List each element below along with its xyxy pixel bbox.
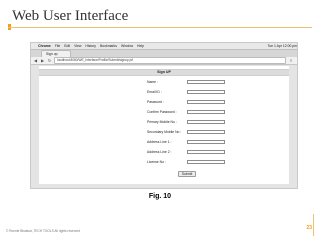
page-number: 23 [306,225,312,231]
menu-item-view[interactable]: View [74,44,81,48]
back-icon[interactable]: ◀ [33,58,38,63]
menu-item-help[interactable]: Help [137,44,144,48]
mac-menubar: Chrome File Edit View History Bookmarks … [31,43,297,50]
menu-item-edit[interactable]: Edit [64,44,70,48]
address-line-1-label: Address Line 1 : [147,140,172,144]
address-line-2-label: Address Line 2 : [147,150,172,154]
web-page: Sign UP Name : Email ID : Password : Con… [39,66,289,184]
form-row-secondary-mobile: Secondary Mobile No : [39,129,289,135]
primary-mobile-input[interactable] [187,119,225,124]
figure-caption: Fig. 10 [148,193,172,200]
footer-copyright: © Ronnie Bhaskar, TECH TOOLS All rights … [6,229,80,233]
address-line-1-input[interactable] [187,139,225,144]
license-input[interactable] [187,159,225,164]
form-row-license: License No : [39,159,289,165]
form-row-confirm-password: Confirm Password : [39,109,289,115]
browser-menu-icon[interactable]: ≡ [290,58,292,63]
confirm-password-input[interactable] [187,109,225,114]
menu-item-window[interactable]: Window [121,44,133,48]
form-row-address-2: Address Line 2 : [39,149,289,155]
submit-button[interactable]: Submit [178,171,196,177]
menubar-clock: Tue 1 Apr 12:00 pm [267,44,297,48]
primary-mobile-label: Primary Mobile No : [147,120,177,124]
menu-item-history[interactable]: History [85,44,96,48]
secondary-mobile-label: Secondary Mobile No : [147,130,182,134]
menu-item-chrome[interactable]: Chrome [38,44,51,48]
email-label: Email ID : [147,90,162,94]
license-label: License No : [147,160,166,164]
menu-item-bookmarks[interactable]: Bookmarks [100,44,117,48]
title-divider [8,27,312,28]
tab-sign-up[interactable]: Sign up [41,50,71,57]
name-input[interactable] [187,79,225,84]
form-row-primary-mobile: Primary Mobile No : [39,119,289,125]
form-row-email: Email ID : [39,89,289,95]
form-row-name: Name : [39,79,289,85]
email-input[interactable] [187,89,225,94]
address-bar[interactable]: localhost:8080/WE_Interface/Profile/Subm… [54,57,286,64]
address-line-2-input[interactable] [187,149,225,154]
browser-toolbar: ◀ ▶ ↻ localhost:8080/WE_Interface/Profil… [31,57,297,65]
reload-icon[interactable]: ↻ [47,58,52,63]
password-input[interactable] [187,99,225,104]
corner-divider [313,214,314,236]
secondary-mobile-input[interactable] [187,129,225,134]
form-header: Sign UP [39,69,289,76]
browser-screenshot: Chrome File Edit View History Bookmarks … [30,42,298,189]
slide-title: Web User Interface [12,8,129,24]
form-row-password: Password : [39,99,289,105]
tab-bar: Sign up [31,50,297,57]
menu-item-file[interactable]: File [55,44,60,48]
name-label: Name : [147,80,158,84]
password-label: Password : [147,100,164,104]
form-row-address-1: Address Line 1 : [39,139,289,145]
forward-icon[interactable]: ▶ [40,58,45,63]
confirm-password-label: Confirm Password : [147,110,177,114]
